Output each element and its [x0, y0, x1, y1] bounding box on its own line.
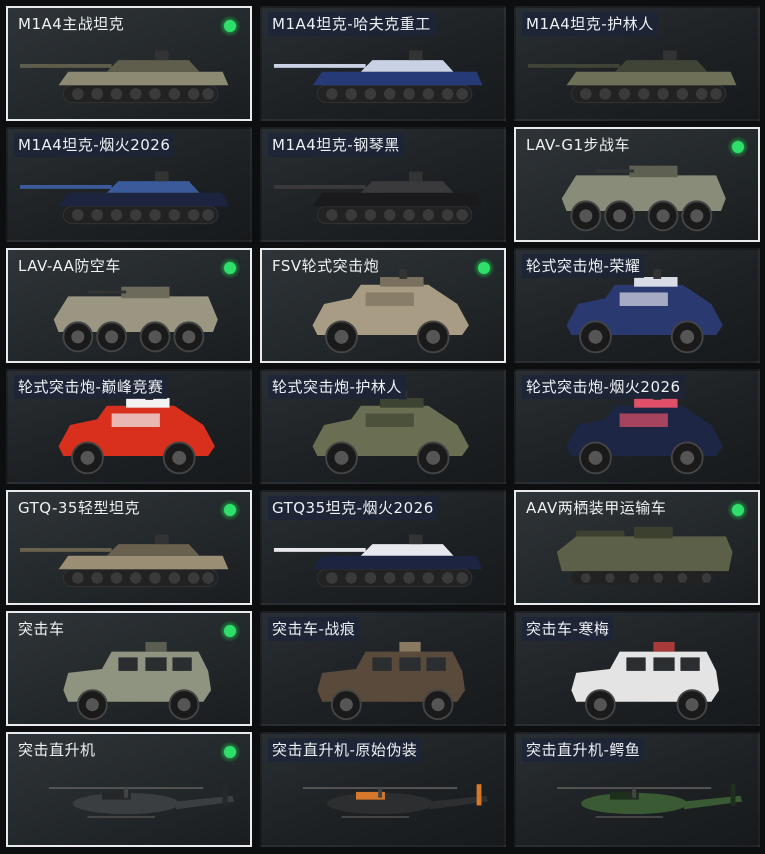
- vehicle-card[interactable]: GTQ35坦克-烟火2026: [260, 490, 506, 605]
- vehicle-card[interactable]: 突击车: [6, 611, 252, 726]
- vehicle-card[interactable]: 轮式突击炮-烟火2026: [514, 369, 760, 484]
- vehicle-card[interactable]: 轮式突击炮-荣耀: [514, 248, 760, 363]
- vehicle-card[interactable]: M1A4坦克-钢琴黑: [260, 127, 506, 242]
- vehicle-card[interactable]: GTQ-35轻型坦克: [6, 490, 252, 605]
- vehicle-name: LAV-G1步战车: [526, 136, 631, 154]
- vehicle-card[interactable]: 突击直升机-原始伪装: [260, 732, 506, 847]
- vehicle-name: GTQ35坦克-烟火2026: [268, 496, 438, 520]
- vehicle-name: M1A4主战坦克: [18, 15, 125, 33]
- equipped-indicator-icon: [474, 258, 494, 278]
- vehicle-card[interactable]: LAV-G1步战车: [514, 127, 760, 242]
- vehicle-name: FSV轮式突击炮: [272, 257, 380, 275]
- vehicle-card[interactable]: M1A4主战坦克: [6, 6, 252, 121]
- vehicle-card[interactable]: M1A4坦克-烟火2026: [6, 127, 252, 242]
- equipped-indicator-icon: [220, 742, 240, 762]
- vehicle-card[interactable]: M1A4坦克-哈夫克重工: [260, 6, 506, 121]
- vehicle-name: AAV两栖装甲运输车: [526, 499, 667, 517]
- vehicle-card[interactable]: 突击车-战痕: [260, 611, 506, 726]
- vehicle-card[interactable]: M1A4坦克-护林人: [514, 6, 760, 121]
- equipped-indicator-icon: [220, 621, 240, 641]
- vehicle-name: LAV-AA防空车: [18, 257, 121, 275]
- vehicle-card[interactable]: AAV两栖装甲运输车: [514, 490, 760, 605]
- vehicle-name: 轮式突击炮-护林人: [268, 375, 406, 399]
- vehicle-name: M1A4坦克-护林人: [522, 12, 658, 36]
- equipped-indicator-icon: [220, 258, 240, 278]
- vehicle-name: 轮式突击炮-烟火2026: [522, 375, 685, 399]
- vehicle-card[interactable]: 突击直升机-鳄鱼: [514, 732, 760, 847]
- vehicle-name: 突击车: [18, 620, 65, 638]
- vehicle-name: 轮式突击炮-荣耀: [522, 254, 645, 278]
- vehicle-name: 突击直升机: [18, 741, 96, 759]
- vehicle-card[interactable]: FSV轮式突击炮: [260, 248, 506, 363]
- vehicle-name: M1A4坦克-钢琴黑: [268, 133, 404, 157]
- vehicle-card[interactable]: 突击直升机: [6, 732, 252, 847]
- vehicle-name: 突击车-战痕: [268, 617, 360, 641]
- vehicle-name: 突击车-寒梅: [522, 617, 614, 641]
- vehicle-grid: M1A4主战坦克 M1A4坦克-哈夫克重工 M1A4坦克-护林人 M1A4坦克-…: [6, 6, 760, 852]
- equipped-indicator-icon: [728, 137, 748, 157]
- vehicle-card[interactable]: 突击车-寒梅: [514, 611, 760, 726]
- vehicle-name: M1A4坦克-哈夫克重工: [268, 12, 435, 36]
- vehicle-name: 突击直升机-鳄鱼: [522, 738, 645, 762]
- vehicle-name: GTQ-35轻型坦克: [18, 499, 140, 517]
- vehicle-name: M1A4坦克-烟火2026: [14, 133, 175, 157]
- equipped-indicator-icon: [220, 16, 240, 36]
- vehicle-name: 轮式突击炮-巅峰竞赛: [14, 375, 168, 399]
- vehicle-card[interactable]: 轮式突击炮-巅峰竞赛: [6, 369, 252, 484]
- equipped-indicator-icon: [220, 500, 240, 520]
- vehicle-card[interactable]: LAV-AA防空车: [6, 248, 252, 363]
- vehicle-name: 突击直升机-原始伪装: [268, 738, 422, 762]
- vehicle-card[interactable]: 轮式突击炮-护林人: [260, 369, 506, 484]
- equipped-indicator-icon: [728, 500, 748, 520]
